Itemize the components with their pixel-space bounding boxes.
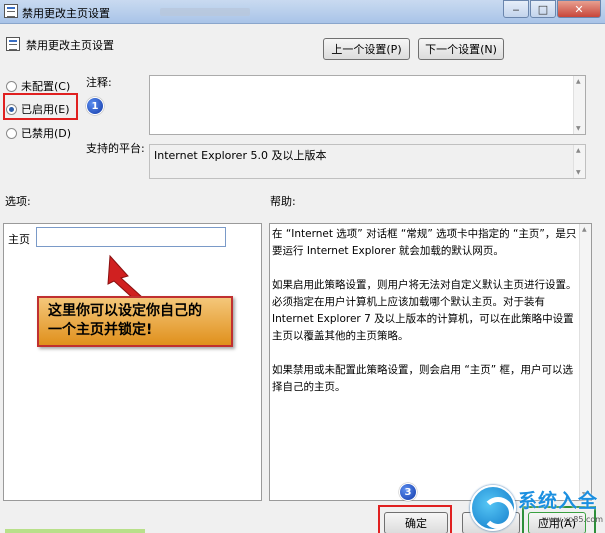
watermark-logo-icon: [470, 485, 516, 531]
step-3-badge: 3: [399, 483, 417, 501]
watermark-text: 系统入全: [518, 490, 599, 512]
callout-line-1: 这里你可以设定你自己的: [48, 303, 202, 319]
callout-box: 这里你可以设定你自己的 一个主页并锁定!: [37, 296, 233, 347]
callout-line-2: 一个主页并锁定!: [48, 322, 153, 338]
ok-button[interactable]: 确定: [384, 512, 448, 533]
callout-arrow-icon: [107, 254, 144, 302]
green-decoration-strip: [5, 529, 145, 533]
watermark-url: www.xp85.com: [542, 515, 604, 524]
